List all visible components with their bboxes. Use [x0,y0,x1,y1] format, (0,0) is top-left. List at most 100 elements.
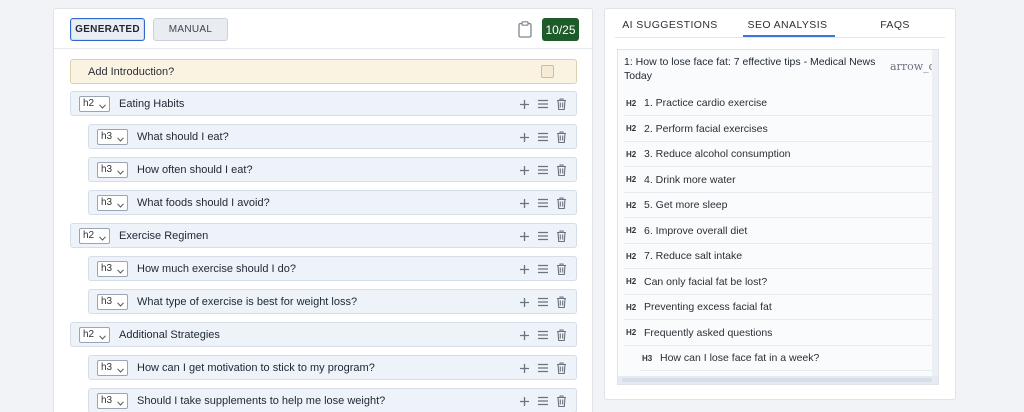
delete-icon[interactable] [556,362,567,374]
seo-heading-item[interactable]: H2 Frequently asked questions [624,321,934,346]
seo-heading-item[interactable]: H2 2. Perform facial exercises [624,117,934,142]
outline-panel: GENERATED MANUAL 10/25 Add Introduction?… [53,8,593,412]
heading-level-select[interactable]: h3 [97,293,128,310]
add-icon[interactable] [519,198,530,209]
heading-level-select[interactable]: h3 [97,128,128,145]
heading-text[interactable]: What should I eat? [137,131,229,143]
heading-text[interactable]: Should I take supplements to help me los… [137,395,385,407]
add-icon[interactable] [519,99,530,110]
add-introduction-row[interactable]: Add Introduction? [70,59,577,84]
heading-level-select[interactable]: h2 [79,326,110,343]
drag-handle-icon[interactable] [537,396,549,406]
add-introduction-checkbox[interactable] [541,65,554,78]
outline-heading-row[interactable]: h2 Additional Strategies [70,322,577,347]
drag-handle-icon[interactable] [537,330,549,340]
drag-handle-icon[interactable] [537,363,549,373]
outline-heading-row[interactable]: h3 What foods should I avoid? [88,190,577,215]
outline-heading-row[interactable]: h2 Eating Habits [70,91,577,116]
delete-icon[interactable] [556,197,567,209]
seo-heading-item[interactable]: H2 3. Reduce alcohol consumption [624,142,934,167]
outline-heading-row[interactable]: h3 How often should I eat? [88,157,577,182]
heading-level-badge: H2 [626,251,637,261]
chevron-down-icon [99,234,106,243]
delete-icon[interactable] [556,296,567,308]
delete-icon[interactable] [556,164,567,176]
drag-handle-icon[interactable] [537,99,549,109]
outline-toolbar: GENERATED MANUAL 10/25 [54,9,592,49]
delete-icon[interactable] [556,98,567,110]
heading-level-select[interactable]: h2 [79,95,110,112]
delete-icon[interactable] [556,395,567,407]
tab-faqs[interactable]: FAQS [845,19,945,31]
delete-icon[interactable] [556,230,567,242]
heading-level-select[interactable]: h3 [97,194,128,211]
horizontal-scrollbar[interactable] [618,376,938,384]
heading-text[interactable]: Additional Strategies [119,329,220,341]
vertical-scrollbar[interactable] [932,50,938,384]
heading-level-badge: H2 [626,98,637,108]
seo-heading-item[interactable]: H2 5. Get more sleep [624,193,934,218]
heading-level-select[interactable]: h2 [79,227,110,244]
heading-level-select[interactable]: h3 [97,161,128,178]
outline-heading-row[interactable]: h2 Exercise Regimen [70,223,577,248]
heading-level-select[interactable]: h3 [97,359,128,376]
chevron-down-icon [99,102,106,111]
drag-handle-icon[interactable] [537,198,549,208]
add-icon[interactable] [519,396,530,407]
delete-icon[interactable] [556,263,567,275]
heading-level-value: h3 [101,197,113,208]
add-icon[interactable] [519,165,530,176]
add-icon[interactable] [519,297,530,308]
drag-handle-icon[interactable] [537,165,549,175]
drag-handle-icon[interactable] [537,297,549,307]
tab-divider [615,37,945,38]
heading-text[interactable]: Exercise Regimen [119,230,208,242]
outline-heading-row[interactable]: h3 What should I eat? [88,124,577,149]
seo-results-list[interactable]: 1: How to lose face fat: 7 effective tip… [617,49,939,385]
seo-heading-item[interactable]: H2 1. Practice cardio exercise [624,91,934,116]
heading-text[interactable]: How much exercise should I do? [137,263,296,275]
add-icon[interactable] [519,132,530,143]
outline-heading-row[interactable]: h3 How can I get motivation to stick to m… [88,355,577,380]
heading-text[interactable]: How often should I eat? [137,164,253,176]
seo-heading-item[interactable]: H2 4. Drink more water [624,168,934,193]
delete-icon[interactable] [556,329,567,341]
seo-heading-item[interactable]: H2 7. Reduce salt intake [624,244,934,269]
add-icon[interactable] [519,231,530,242]
seo-heading-item[interactable]: H3 How can I lose face fat in a week? [640,346,934,371]
seo-heading-text: 6. Improve overall diet [644,224,748,237]
heading-text[interactable]: Eating Habits [119,98,184,110]
drag-handle-icon[interactable] [537,231,549,241]
heading-level-badge: H3 [642,353,653,363]
tab-bar: AI SUGGESTIONS SEO ANALYSIS FAQS [605,9,955,41]
tab-seo-analysis[interactable]: SEO ANALYSIS [740,19,835,31]
add-icon[interactable] [519,363,530,374]
heading-level-select[interactable]: h3 [97,392,128,409]
seo-heading-item[interactable]: H2 Preventing excess facial fat [624,295,934,320]
manual-button[interactable]: MANUAL [153,18,228,41]
horizontal-scrollbar-thumb[interactable] [622,378,932,382]
add-icon[interactable] [519,330,530,341]
outline-heading-row[interactable]: h3 What type of exercise is best for weig… [88,289,577,314]
heading-level-value: h3 [101,164,113,175]
seo-heading-text: 1. Practice cardio exercise [644,97,768,109]
add-icon[interactable] [519,264,530,275]
row-actions [519,327,567,343]
row-actions [519,195,567,211]
drag-handle-icon[interactable] [537,132,549,142]
seo-heading-item[interactable]: H2 6. Improve overall diet [624,219,934,244]
heading-text[interactable]: How can I get motivation to stick to my … [137,362,375,374]
delete-icon[interactable] [556,131,567,143]
heading-text[interactable]: What foods should I avoid? [137,197,270,209]
outline-heading-row[interactable]: h3 How much exercise should I do? [88,256,577,281]
heading-level-value: h2 [83,329,95,340]
outline-heading-row[interactable]: h3 Should I take supplements to help me l… [88,388,577,412]
heading-level-badge: H2 [626,277,637,286]
heading-text[interactable]: What type of exercise is best for weight… [137,296,357,308]
heading-level-select[interactable]: h3 [97,260,128,277]
generated-button[interactable]: GENERATED [70,18,145,41]
tab-ai-suggestions[interactable]: AI SUGGESTIONS [619,19,721,31]
seo-heading-item[interactable]: H2 Can only facial fat be lost? [624,270,934,295]
clipboard-icon[interactable] [518,21,532,38]
drag-handle-icon[interactable] [537,264,549,274]
